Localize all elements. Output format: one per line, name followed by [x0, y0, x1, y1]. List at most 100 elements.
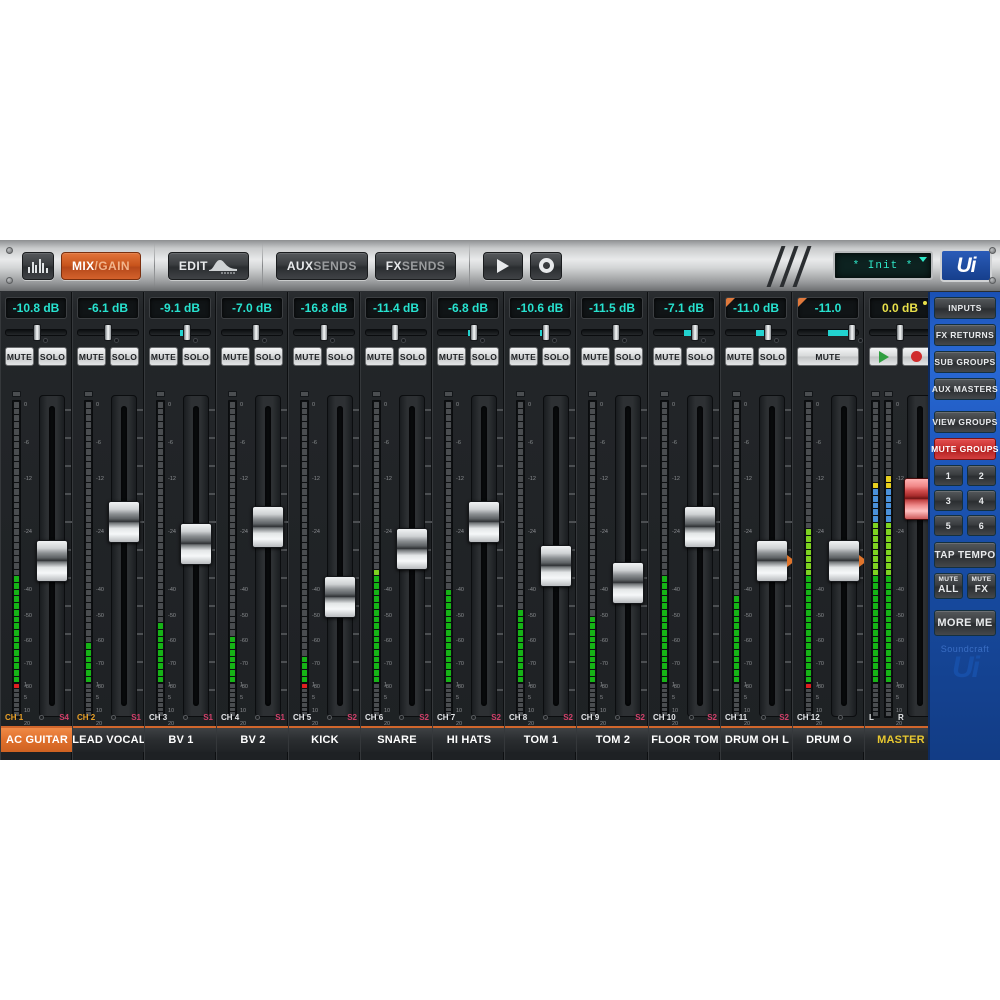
pan-slider[interactable] [437, 322, 499, 343]
mute-fx-button[interactable]: MUTE FX [967, 573, 996, 599]
pan-thumb[interactable] [542, 324, 551, 341]
fx-sends-button[interactable]: FX SENDS [374, 251, 457, 280]
channel-gain-display[interactable]: -7.0 dB [221, 297, 283, 319]
channel-name-plate[interactable]: LEAD VOCAL [73, 726, 145, 752]
fader-track[interactable] [255, 395, 281, 717]
fader-handle[interactable] [756, 539, 788, 582]
solo-button[interactable]: SOLO [38, 347, 67, 366]
channel-name-plate[interactable]: BV 1 [145, 726, 217, 752]
master-strip[interactable]: 0.0 dB 0 -6 -12 -24 -40 -50 -60 -70 -80 1 5 10 20 L… [864, 292, 928, 760]
solo-button[interactable]: SOLO [614, 347, 643, 366]
channel-name-plate[interactable]: SNARE [361, 726, 433, 752]
pan-thumb[interactable] [33, 324, 42, 341]
mute-group-2[interactable]: 2 [967, 465, 996, 486]
mute-button[interactable]: MUTE [293, 347, 322, 366]
edit-button[interactable]: EDIT [167, 251, 249, 280]
solo-button[interactable]: SOLO [758, 347, 787, 366]
pan-slider[interactable] [797, 322, 863, 343]
pan-slider[interactable] [77, 322, 139, 343]
pan-thumb[interactable] [320, 324, 328, 341]
master-name-plate[interactable]: MASTER [865, 726, 928, 752]
fader-track[interactable] [111, 395, 137, 717]
channel-strip[interactable]: -11.0 dB MUTE SOLO 0 -6 -12 -24 -40 -50 -60 -70… [720, 292, 795, 760]
pan-thumb[interactable] [691, 324, 700, 341]
fader-handle[interactable] [252, 506, 284, 549]
channel-gain-display[interactable]: -6.8 dB [437, 297, 499, 319]
mute-button[interactable]: MUTE [365, 347, 394, 366]
solo-button[interactable]: SOLO [254, 347, 283, 366]
mute-button[interactable]: MUTE [581, 347, 610, 366]
meters-button[interactable] [22, 251, 54, 280]
channel-name-plate[interactable]: TOM 2 [577, 726, 649, 752]
play-button[interactable] [483, 251, 524, 280]
channel-name-plate[interactable]: KICK [289, 726, 361, 752]
fader-handle[interactable] [180, 522, 212, 565]
nav-sub-groups[interactable]: SUB GROUPS [934, 351, 996, 373]
solo-button[interactable]: SOLO [326, 347, 355, 366]
mute-group-1[interactable]: 1 [934, 465, 963, 486]
channel-gain-display[interactable]: -11.0 [797, 297, 859, 319]
mute-groups-button[interactable]: MUTE GROUPS [931, 438, 998, 460]
solo-button[interactable]: SOLO [398, 347, 427, 366]
fader-track[interactable] [615, 395, 641, 717]
mute-button[interactable]: MUTE [5, 347, 34, 366]
settings-button[interactable] [530, 251, 563, 280]
tap-tempo-button[interactable]: TAP TEMPO [934, 542, 996, 568]
channel-name-plate[interactable]: AC GUITAR [1, 726, 73, 752]
fader-track[interactable] [327, 395, 353, 717]
mute-button[interactable]: MUTE [509, 347, 538, 366]
channel-strip[interactable]: -6.1 dB MUTE SOLO 0 -6 -12 -24 -40 -50 -60 -70-… [72, 292, 146, 760]
nav-inputs[interactable]: INPUTS [934, 297, 996, 319]
pan-slider[interactable] [5, 322, 67, 343]
pan-slider[interactable] [653, 322, 715, 343]
preset-display[interactable]: * Init * [833, 251, 933, 280]
fader-handle[interactable] [324, 575, 356, 618]
channel-strip[interactable]: -10.6 dB MUTE SOLO 0 -6 -12 -24 -40 -50 -60 -70… [504, 292, 578, 760]
master-balance-slider[interactable] [869, 322, 928, 342]
mute-button[interactable]: MUTE [725, 347, 754, 366]
mute-group-4[interactable]: 4 [967, 490, 996, 511]
mute-button[interactable]: MUTE [77, 347, 106, 366]
channel-gain-display[interactable]: -9.1 dB [149, 297, 211, 319]
nav-aux-masters[interactable]: AUX MASTERS [932, 378, 998, 400]
channel-gain-display[interactable]: -10.6 dB [509, 297, 571, 319]
fader-track[interactable] [687, 395, 713, 717]
mute-group-6[interactable]: 6 [967, 515, 996, 536]
pan-slider[interactable] [725, 322, 787, 343]
solo-button[interactable]: SOLO [182, 347, 211, 366]
pan-slider[interactable] [581, 322, 643, 343]
master-fader-track[interactable] [907, 395, 928, 717]
pan-slider[interactable] [293, 322, 355, 343]
pan-thumb[interactable] [183, 324, 192, 341]
channel-name-plate[interactable]: FLOOR TOM [649, 726, 721, 752]
nav-fx-returns[interactable]: FX RETURNS [934, 324, 996, 346]
pan-slider[interactable] [221, 322, 283, 343]
channel-strip[interactable]: -7.1 dB MUTE SOLO 0 -6 -12 -24 -40 -50 -60 -70-… [648, 292, 722, 760]
mute-button[interactable]: MUTE [797, 347, 859, 366]
mix-gain-button[interactable]: MIX/GAIN [61, 251, 141, 280]
mute-group-5[interactable]: 5 [934, 515, 963, 536]
pan-thumb[interactable] [847, 324, 856, 341]
solo-button[interactable]: SOLO [542, 347, 571, 366]
solo-button[interactable]: SOLO [686, 347, 715, 366]
channel-gain-display[interactable]: -10.8 dB [5, 297, 67, 319]
pan-thumb[interactable] [251, 324, 260, 341]
mute-button[interactable]: MUTE [221, 347, 250, 366]
channel-gain-display[interactable]: -6.1 dB [77, 297, 139, 319]
fader-handle[interactable] [540, 545, 572, 588]
master-gain-display[interactable]: 0.0 dB [869, 297, 928, 319]
channel-strip[interactable]: -11.4 dB MUTE SOLO 0 -6 -12 -24 -40 -50 -60 -70… [360, 292, 434, 760]
mute-button[interactable]: MUTE [437, 347, 466, 366]
mute-all-button[interactable]: MUTE ALL [934, 573, 963, 599]
pan-slider[interactable] [149, 322, 211, 343]
solo-button[interactable]: SOLO [110, 347, 139, 366]
channel-strip[interactable]: -6.8 dB MUTE SOLO 0 -6 -12 -24 -40 -50 -60 -70-… [432, 292, 506, 760]
channel-name-plate[interactable]: DRUM O [793, 726, 865, 752]
fader-handle[interactable] [108, 500, 140, 543]
pan-thumb[interactable] [104, 324, 112, 341]
fader-handle[interactable] [828, 539, 860, 582]
pan-thumb[interactable] [390, 324, 399, 341]
fader-handle[interactable] [612, 561, 644, 604]
channel-gain-display[interactable]: -11.5 dB [581, 297, 643, 319]
channel-name-plate[interactable]: HI HATS [433, 726, 505, 752]
